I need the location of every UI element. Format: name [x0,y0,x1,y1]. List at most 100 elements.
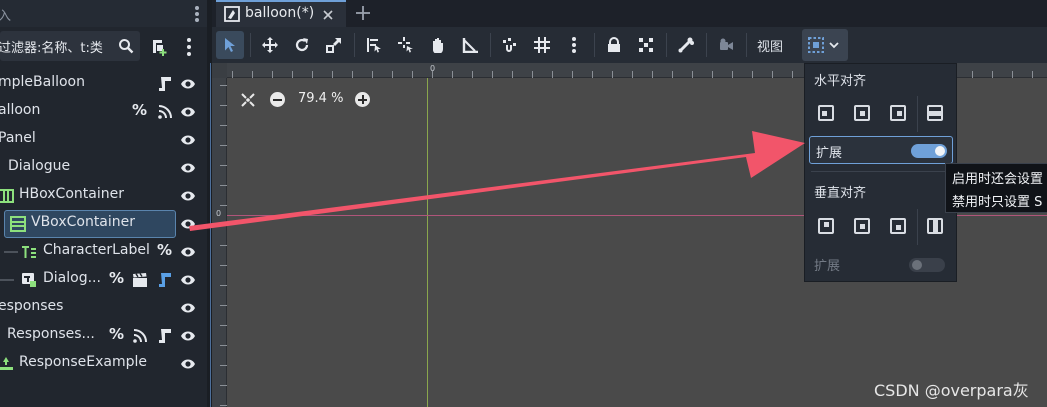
vertical-expand-switch[interactable] [909,258,945,272]
kebab-menu-icon[interactable] [186,37,192,57]
ruler-tick [392,71,393,78]
align-left-button[interactable] [818,105,834,121]
pan-tool-button[interactable] [424,31,452,59]
vertical-alignment-header: 垂直对齐 [814,186,867,201]
pivot-tool-button[interactable] [392,31,420,59]
zoom-out-button[interactable] [270,92,285,107]
script-icon[interactable] [157,76,173,92]
node-label: esponses [0,298,64,314]
dock-grip-icon[interactable] [192,4,202,24]
zoom-level-label[interactable]: 79.4 % [298,91,343,106]
smart-snap-icon [503,38,516,52]
ruler-tick [612,71,613,78]
anchor-layout-button[interactable] [802,29,848,61]
align-vcenter-button[interactable] [854,218,870,234]
visibility-eye-icon[interactable] [180,329,196,343]
scale-icon [326,38,341,53]
align-right-button[interactable] [890,105,906,121]
tree-row[interactable]: Responses... % [0,322,207,350]
align-vcenter-icon [859,223,865,229]
tree-row[interactable]: CharacterLabel % [0,238,207,266]
filter-input-text[interactable]: 过滤器:名称、t:类 [0,37,113,56]
visibility-eye-icon[interactable] [180,133,196,147]
ruler-tick [232,71,233,78]
toolbar-divider [250,33,251,57]
scale-tool-button[interactable] [320,31,348,59]
align-center-button[interactable] [854,105,870,121]
zoom-reset-icon[interactable] [240,92,256,108]
rotate-icon [295,38,309,52]
align-top-button[interactable] [818,218,834,234]
ruler-tick [752,71,753,78]
align-vfill-button[interactable] [927,218,943,234]
toolbar-divider [490,33,491,57]
tab-balloon[interactable]: balloon(*) [216,0,346,27]
unique-name-icon[interactable]: % [109,325,124,343]
tree-guide-line [0,279,14,281]
visibility-eye-icon[interactable] [180,77,196,91]
watermark: CSDN @overpara灰 [874,381,1029,400]
plus-icon[interactable] [355,5,371,21]
search-icon[interactable] [118,38,134,54]
align-fill-button[interactable] [927,105,943,121]
ruler-tick [220,365,227,366]
visibility-eye-icon[interactable] [180,161,196,175]
unique-name-icon[interactable]: % [157,241,172,259]
unique-name-icon[interactable]: % [132,101,147,119]
select-tool-button[interactable] [216,31,244,59]
horizontal-expand-toggle-row[interactable]: 扩展 [809,136,953,164]
ruler-tick [412,71,413,78]
ruler-tick [492,71,493,78]
smart-snap-button[interactable] [496,31,524,59]
script-plus-icon[interactable] [150,38,168,56]
tree-row[interactable]: ResponseExample [0,350,207,378]
clapper-icon[interactable] [132,272,148,288]
rotate-tool-button[interactable] [288,31,316,59]
signal-icon[interactable] [132,328,148,344]
tree-row[interactable]: Dialog... % [0,266,207,294]
snap-options-button[interactable] [560,31,588,59]
script-icon[interactable] [157,272,173,288]
view-menu[interactable]: 视图 [757,36,783,55]
lock-button[interactable] [600,31,628,59]
ruler-tick [772,71,773,78]
visibility-eye-icon[interactable] [180,105,196,119]
tree-row-selected[interactable]: VBoxContainer [0,210,207,238]
ruler-tool-button[interactable] [456,31,484,59]
tree-row[interactable]: esponses [0,294,207,322]
ruler-tick [732,71,733,78]
zoom-in-button[interactable] [355,92,370,107]
signal-icon[interactable] [157,104,173,120]
scene-tree: mpleBalloon alloon % Panel Dialogue HBox… [0,66,207,407]
list-select-icon [367,38,381,53]
tree-row[interactable]: mpleBalloon [0,70,207,98]
ruler-tick [672,71,673,78]
visibility-eye-icon[interactable] [180,245,196,259]
switch-knob [912,260,922,270]
grid-snap-button[interactable] [528,31,556,59]
tree-row[interactable]: HBoxContainer [0,182,207,210]
anchor-layout-popup: 水平对齐 扩展 垂直对齐 扩展 [804,63,957,282]
close-icon[interactable] [322,9,334,21]
visibility-eye-icon[interactable] [180,217,196,231]
visibility-eye-icon[interactable] [180,301,196,315]
horizontal-expand-switch[interactable] [911,144,947,158]
visibility-eye-icon[interactable] [180,189,196,203]
vertical-ruler[interactable] [212,63,227,407]
move-tool-button[interactable] [256,31,284,59]
unique-name-icon[interactable]: % [109,269,124,287]
script-icon[interactable] [157,328,173,344]
filter-input[interactable]: 过滤器:名称、t:类 [0,31,140,61]
visibility-eye-icon[interactable] [180,273,196,287]
visibility-eye-icon[interactable] [180,357,196,371]
tree-row[interactable]: Panel [0,126,207,154]
node-label: ResponseExample [19,354,147,370]
list-select-tool-button[interactable] [360,31,388,59]
ruler-tick [292,71,293,78]
group-button[interactable] [632,31,660,59]
camera-override-button[interactable] [712,31,740,59]
tree-row[interactable]: alloon % [0,98,207,126]
tree-row[interactable]: Dialogue [0,154,207,182]
skeleton-button[interactable] [672,31,700,59]
align-bottom-button[interactable] [890,218,906,234]
